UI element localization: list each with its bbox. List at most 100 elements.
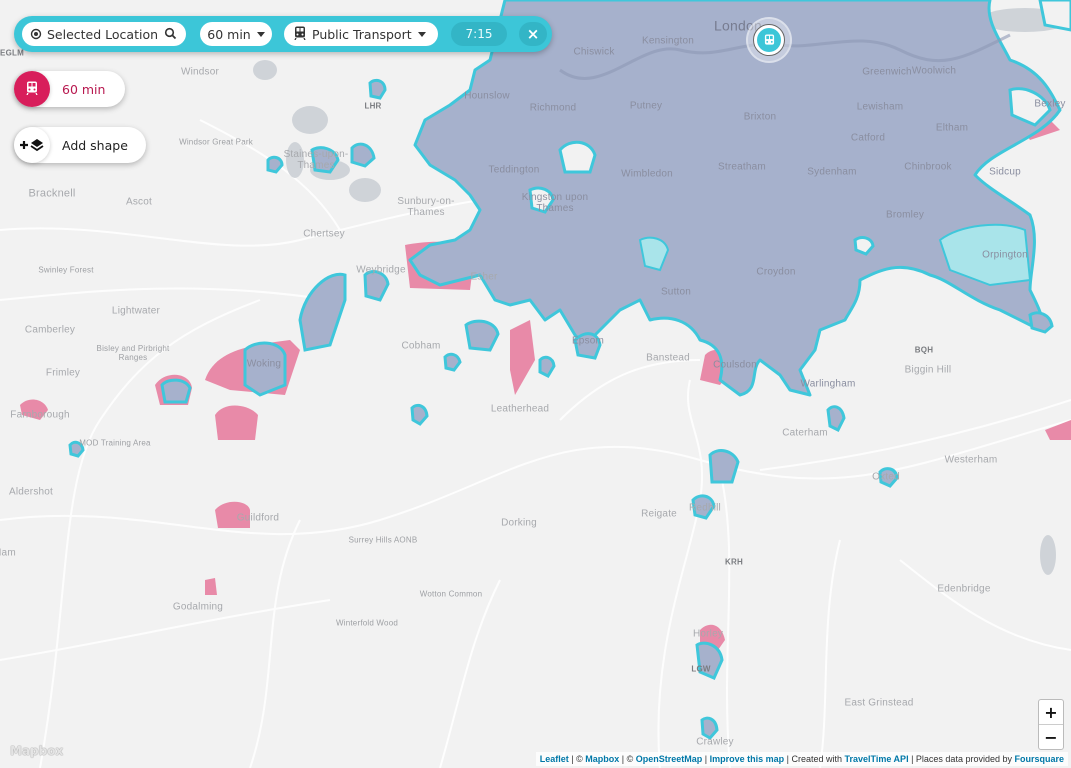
- attribution-text: | Places data provided by: [908, 754, 1015, 764]
- place-label: Farnborough: [10, 409, 70, 421]
- place-label: Hounslow: [464, 90, 510, 102]
- place-label: MOD Training Area: [79, 438, 151, 448]
- place-label: Chinbrook: [904, 161, 952, 173]
- place-label: Leatherhead: [490, 403, 550, 415]
- place-label: Brixton: [743, 111, 777, 123]
- place-label: Ham: [0, 547, 16, 559]
- isochrone-chip-label: 60 min: [62, 81, 106, 97]
- place-label: Orpington: [982, 249, 1028, 261]
- place-label: Guildford: [236, 512, 280, 524]
- leaflet-link[interactable]: Leaflet: [540, 754, 569, 764]
- close-button[interactable]: ×: [519, 22, 547, 46]
- foursquare-link[interactable]: Foursquare: [1014, 754, 1064, 764]
- place-label: LHR: [364, 101, 382, 111]
- isochrone-chip[interactable]: 60 min: [14, 71, 125, 107]
- search-toolbar: Selected Location 60 min Public Transpor…: [14, 16, 552, 52]
- transport-mode-label: Public Transport: [312, 26, 412, 42]
- zoom-control: + −: [1038, 699, 1064, 750]
- place-label: Godalming: [172, 601, 224, 613]
- target-icon: [30, 28, 42, 40]
- add-layers-icon: [14, 127, 50, 163]
- place-label: Reigate: [641, 508, 677, 520]
- close-icon: ×: [526, 25, 540, 43]
- place-label: Bexley: [1034, 98, 1066, 110]
- place-label: Frimley: [45, 367, 81, 379]
- place-label: Woolwich: [911, 65, 957, 77]
- mapbox-link[interactable]: Mapbox: [585, 754, 619, 764]
- improve-map-link[interactable]: Improve this map: [710, 754, 785, 764]
- place-label: Warlingham: [800, 378, 856, 390]
- place-label: KRH: [725, 557, 743, 567]
- place-label: Coulsdon: [713, 359, 757, 371]
- place-label: Greenwich: [862, 66, 912, 78]
- attribution-sep: |: [702, 754, 710, 764]
- place-label: Catford: [850, 132, 886, 144]
- place-label: Caterham: [782, 427, 828, 439]
- place-label: Swinley Forest: [38, 265, 94, 275]
- place-label: Ascot: [125, 196, 153, 208]
- place-label: Sutton: [660, 286, 692, 298]
- place-label: Biggin Hill: [904, 364, 952, 376]
- search-icon[interactable]: [164, 27, 178, 41]
- train-icon: [757, 28, 781, 52]
- isochrone-chip-icon: [14, 71, 50, 107]
- attribution: Leaflet | © Mapbox | © OpenStreetMap | I…: [535, 752, 1068, 766]
- add-shape-label: Add shape: [62, 137, 128, 153]
- place-label: Esher: [470, 271, 498, 283]
- traveltime-link[interactable]: TravelTime API: [845, 754, 909, 764]
- place-label: Windsor: [180, 66, 220, 78]
- place-label: Chertsey: [303, 228, 345, 240]
- place-label: Aldershot: [8, 486, 54, 498]
- place-label: Bisley and Pirbright Ranges: [96, 344, 170, 362]
- place-label: Windsor Great Park: [179, 137, 253, 147]
- place-label: Richmond: [529, 102, 577, 114]
- osm-link[interactable]: OpenStreetMap: [636, 754, 703, 764]
- place-label: Sydenham: [807, 166, 857, 178]
- zoom-out-button[interactable]: −: [1039, 725, 1063, 749]
- duration-dropdown[interactable]: 60 min: [200, 22, 272, 46]
- place-label: Sidcup: [989, 166, 1021, 178]
- map-canvas[interactable]: London Kensington Chiswick Greenwich Woolwic…: [0, 0, 1071, 768]
- zoom-in-button[interactable]: +: [1039, 700, 1063, 725]
- place-label: Winterfold Wood: [336, 618, 398, 628]
- place-label: Croydon: [756, 266, 796, 278]
- place-label: Teddington: [488, 164, 540, 176]
- place-label: Bromley: [885, 209, 925, 221]
- place-label: LGW: [691, 664, 711, 674]
- place-label: Kensington: [641, 35, 695, 47]
- place-label: Horley: [692, 628, 724, 640]
- place-label: Wotton Common: [419, 589, 483, 599]
- departure-time-button[interactable]: 7:15: [451, 22, 507, 46]
- mapbox-logo[interactable]: Mapbox: [10, 744, 63, 758]
- place-label: Surrey Hills AONB: [348, 535, 418, 545]
- place-label: BQH: [914, 345, 934, 355]
- duration-label: 60 min: [207, 26, 251, 42]
- place-label: Cobham: [401, 340, 441, 352]
- place-label: Weybridge: [356, 264, 406, 276]
- place-label: Lewisham: [856, 101, 904, 113]
- place-label: Oxted: [872, 471, 900, 483]
- place-label: Sunbury-on-Thames: [397, 196, 455, 218]
- place-label: Lightwater: [111, 305, 161, 317]
- caret-down-icon: [417, 31, 426, 37]
- place-label: EGLM: [0, 48, 24, 58]
- location-input[interactable]: Selected Location: [22, 22, 186, 46]
- attribution-sep: | ©: [568, 754, 586, 764]
- place-label: Dorking: [501, 517, 537, 529]
- transport-mode-dropdown[interactable]: Public Transport: [284, 22, 438, 46]
- add-shape-button[interactable]: Add shape: [14, 127, 146, 163]
- caret-down-icon: [256, 31, 265, 37]
- place-label: Streatham: [718, 161, 766, 173]
- place-label: Chiswick: [573, 46, 615, 58]
- attribution-sep: | ©: [619, 754, 636, 764]
- place-label: Wimbledon: [621, 168, 673, 180]
- place-label: East Grinstead: [844, 697, 914, 709]
- place-label: Putney: [629, 100, 663, 112]
- place-label: Redhill: [689, 502, 721, 514]
- origin-marker[interactable]: [748, 19, 790, 61]
- place-label: Staines-upon-Thames: [283, 149, 349, 171]
- place-label: Bracknell: [28, 187, 76, 200]
- train-icon: [294, 26, 306, 43]
- place-label: Epsom: [571, 335, 605, 347]
- place-label: Banstead: [646, 352, 690, 364]
